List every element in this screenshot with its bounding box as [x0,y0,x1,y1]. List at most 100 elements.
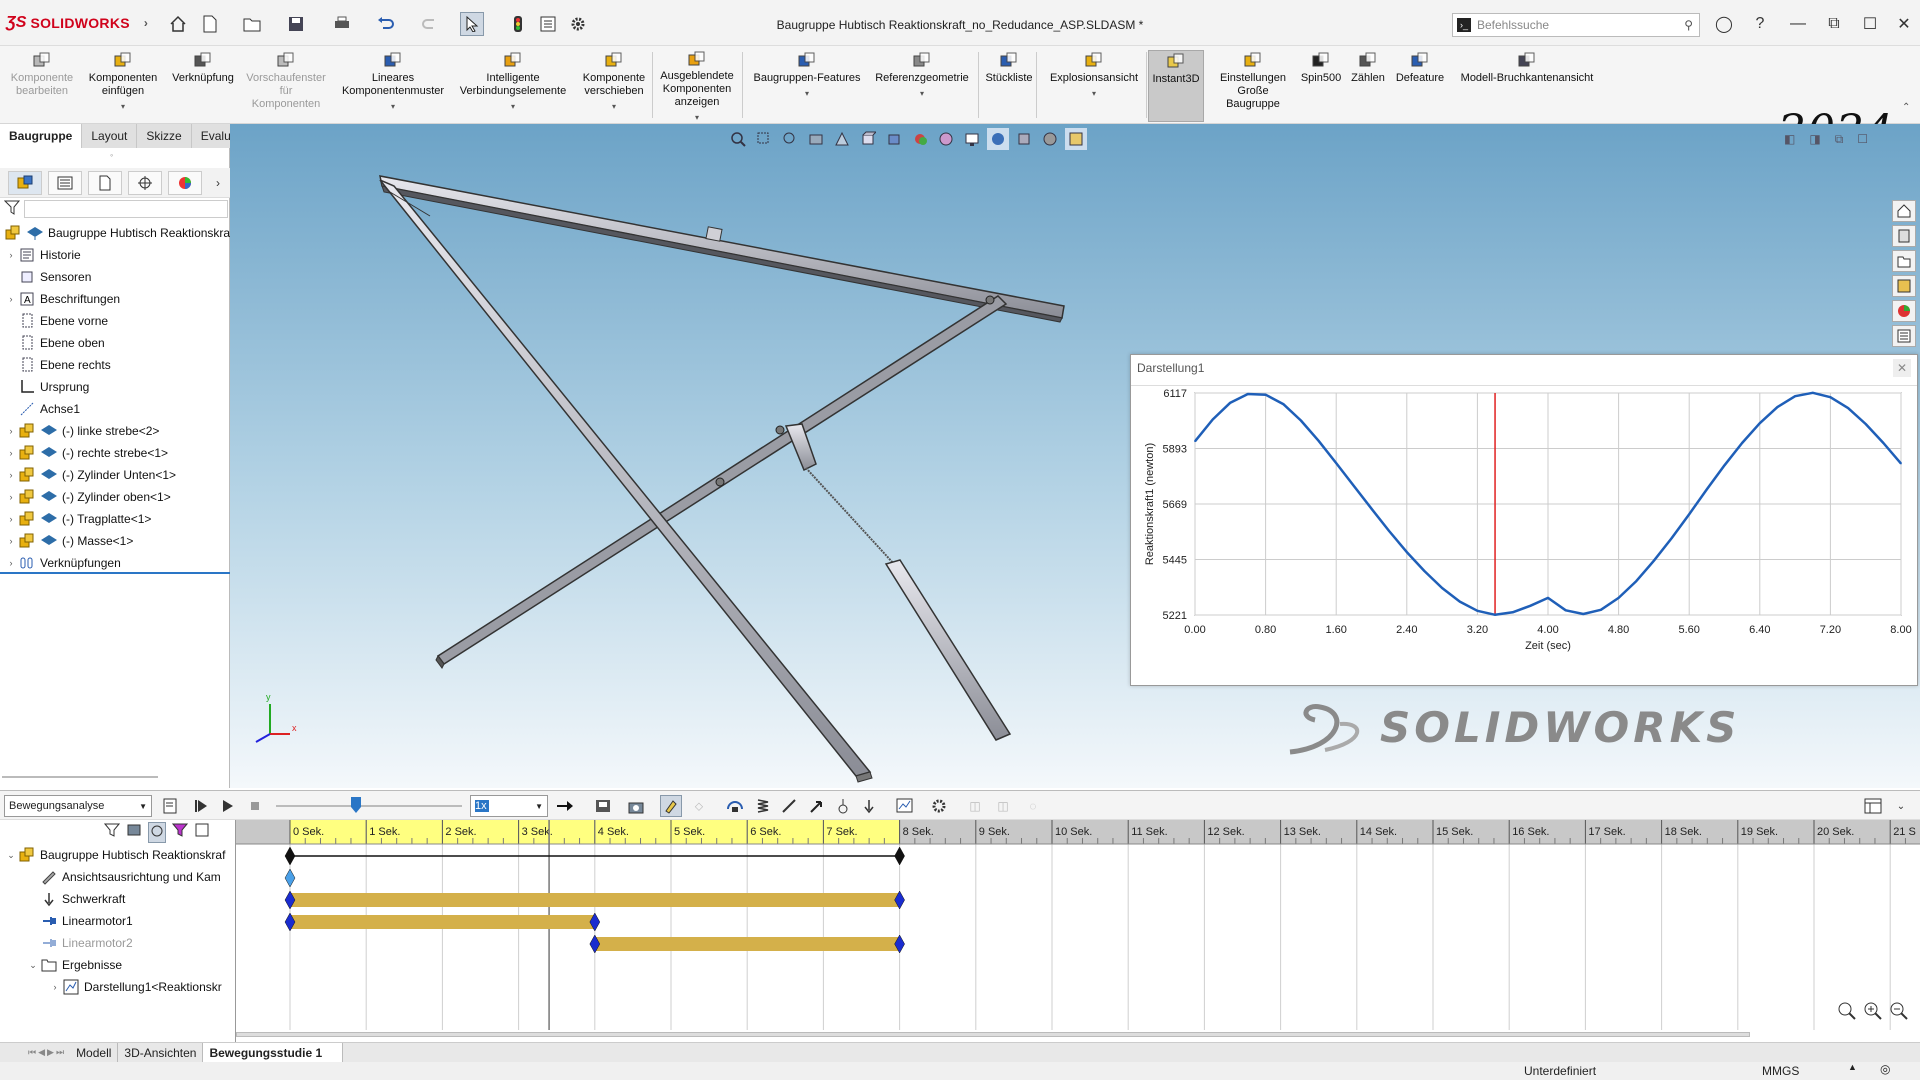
tree-item[interactable]: Ebene oben [0,332,105,354]
close-icon[interactable]: ✕ [1890,12,1918,36]
realview-icon[interactable] [987,128,1009,150]
ribbon-button-komponente-verschieben[interactable]: Komponente verschieben ▾ [578,50,650,122]
animation-wizard-icon[interactable] [626,795,648,817]
timeline-bar[interactable] [290,893,900,907]
tree-item[interactable]: › Verknüpfungen [0,552,121,574]
dropdown-arrow-icon[interactable]: ▾ [920,87,924,100]
tree-item[interactable]: › (-) Tragplatte<1> [0,508,151,530]
ribbon-button-vorschaufenster-für-komponenten[interactable]: Vorschaufenster für Komponenten [244,50,328,122]
ribbon-button-intelligente-verbindungselemente[interactable]: Intelligente Verbindungselemente ▾ [454,50,572,122]
gravity-icon[interactable] [858,795,880,817]
hide-show-items-icon[interactable] [909,128,931,150]
print-icon[interactable] [330,12,354,36]
zoom-to-fit-icon[interactable] [727,128,749,150]
dimxpert-tab-icon[interactable] [128,170,162,195]
timeline-zoom-out-icon[interactable] [1888,1000,1910,1023]
status-customize-icon[interactable]: ◎ [1880,1062,1890,1076]
tree-item[interactable]: Sensoren [0,266,91,288]
expand-arrow-icon[interactable]: › [4,492,18,502]
tab-next-icon[interactable]: ▶ [47,1047,54,1058]
dynamic-annotation-icon[interactable] [831,128,853,150]
motion-tree-row[interactable]: ⌄ Ergebnisse [0,954,122,976]
zoom-to-area-icon[interactable] [753,128,775,150]
ribbon-collapse-icon[interactable]: ⌃ [1902,102,1910,113]
timeline-view-icon[interactable] [1862,795,1884,817]
tree-item[interactable]: › (-) rechte strebe<1> [0,442,168,464]
expand-arrow-icon[interactable]: ⌄ [26,960,40,971]
ribbon-button-referenzgeometrie[interactable]: Referenzgeometrie ▾ [870,50,974,122]
viewport-prev-icon[interactable]: ◧ [1784,132,1795,147]
select-pointer-icon[interactable] [460,12,484,36]
ribbon-button-spin500[interactable]: Spin500 [1296,50,1346,122]
expand-arrow-icon[interactable]: › [4,470,18,480]
tree-filter-input[interactable] [24,200,228,218]
expand-arrow-icon[interactable]: › [4,448,18,458]
solidworks-resources-icon[interactable] [1892,200,1916,222]
ribbon-button-explosionsansicht[interactable]: Explosionsansicht ▾ [1044,50,1144,122]
spring-icon[interactable] [752,795,774,817]
autokey-icon[interactable] [660,795,682,817]
shadows-icon[interactable] [1013,128,1035,150]
file-explorer-icon[interactable] [1892,250,1916,272]
play-icon[interactable] [216,795,238,817]
expand-arrow-icon[interactable]: › [4,250,18,260]
ribbon-button-defeature[interactable]: Defeature [1392,50,1448,122]
expand-icon[interactable]: ◫ [992,795,1014,817]
custom-properties-icon[interactable] [1892,325,1916,347]
expand-arrow-icon[interactable]: › [4,426,18,436]
play-from-start-icon[interactable] [190,795,212,817]
previous-view-icon[interactable] [779,128,801,150]
study-type-select[interactable]: Bewegungsanalyse ▼ [4,795,152,817]
dropdown-arrow-icon[interactable]: ▾ [121,100,125,113]
ribbon-button-lineares-komponentenmuster[interactable]: Lineares Komponentenmuster ▾ [332,50,454,122]
help-icon[interactable]: ? [1746,12,1774,36]
new-document-icon[interactable] [198,12,222,36]
tab-last-icon[interactable]: ⏭ [56,1047,64,1058]
restore-tile-icon[interactable]: ⧉ [1820,12,1848,36]
dropdown-arrow-icon[interactable]: ▾ [511,100,515,113]
ribbon-button-zählen[interactable]: Zählen [1350,50,1386,122]
tree-item[interactable]: › (-) Zylinder Unten<1> [0,464,176,486]
units-chevron-icon[interactable]: ▲ [1848,1062,1857,1072]
damper-icon[interactable] [778,795,800,817]
playback-slider-thumb[interactable] [351,797,361,813]
filter-driving-icon[interactable] [148,822,166,843]
playback-speed-select[interactable]: 1x ▼ [470,795,548,817]
tab-prev-icon[interactable]: ◀ [38,1047,45,1058]
tree-item[interactable]: › (-) Masse<1> [0,530,133,552]
zylinder-oben-part[interactable] [784,423,895,565]
solidworks-logo[interactable]: ƷS SOLIDWORKS › [6,14,148,32]
bottom-tab-bewegungsstudie-1[interactable]: Bewegungsstudie 1 [203,1042,344,1063]
view-settings-icon[interactable] [1065,128,1087,150]
motion-tree-row[interactable]: › Darstellung1<Reaktionskr [0,976,222,998]
rollback-bar[interactable] [0,572,230,574]
plot-close-icon[interactable]: ✕ [1893,359,1911,377]
tree-item[interactable]: Achse1 [0,398,80,420]
motion-tree-row[interactable]: Schwerkraft [0,888,125,910]
expand-arrow-icon[interactable]: › [4,536,18,546]
propertymanager-tab-icon[interactable] [48,170,82,195]
featuremanager-tab-icon[interactable] [8,170,42,195]
menu-arrow-icon[interactable]: › [144,16,148,30]
home-icon[interactable] [166,12,190,36]
keypoint-diamond[interactable] [284,868,296,888]
viewport-maximize-icon[interactable]: ☐ [1857,132,1868,147]
tree-item[interactable]: Ursprung [0,376,89,398]
tree-item[interactable]: › Historie [0,244,81,266]
display-manager-tab-icon[interactable] [168,170,202,195]
ribbon-button-baugruppen-features[interactable]: Baugruppen-Features ▾ [746,50,868,122]
motion-tree-row[interactable]: Linearmotor2 [0,932,133,954]
tree-item[interactable]: Ebene rechts [0,354,111,376]
results-and-plots-icon[interactable] [894,795,916,817]
motion-tree-row[interactable]: ⌄ Baugruppe Hubtisch Reaktionskraf [0,844,225,866]
search-icon[interactable]: ⚲ [1684,18,1693,32]
configurationmanager-tab-icon[interactable] [88,170,122,195]
ribbon-button-komponente-bearbeiten[interactable]: Komponente bearbeiten [4,50,80,122]
save-animation-icon[interactable] [592,795,614,817]
ribbon-button-verknüpfung[interactable]: Verknüpfung [166,50,240,122]
open-folder-icon[interactable] [240,12,264,36]
keypoint-diamond[interactable] [894,846,905,866]
view-orientation-icon[interactable] [857,128,879,150]
ribbon-button-einstellungen-große-baugruppe[interactable]: Einstellungen Große Baugruppe [1214,50,1292,122]
expand-arrow-icon[interactable]: › [4,514,18,524]
